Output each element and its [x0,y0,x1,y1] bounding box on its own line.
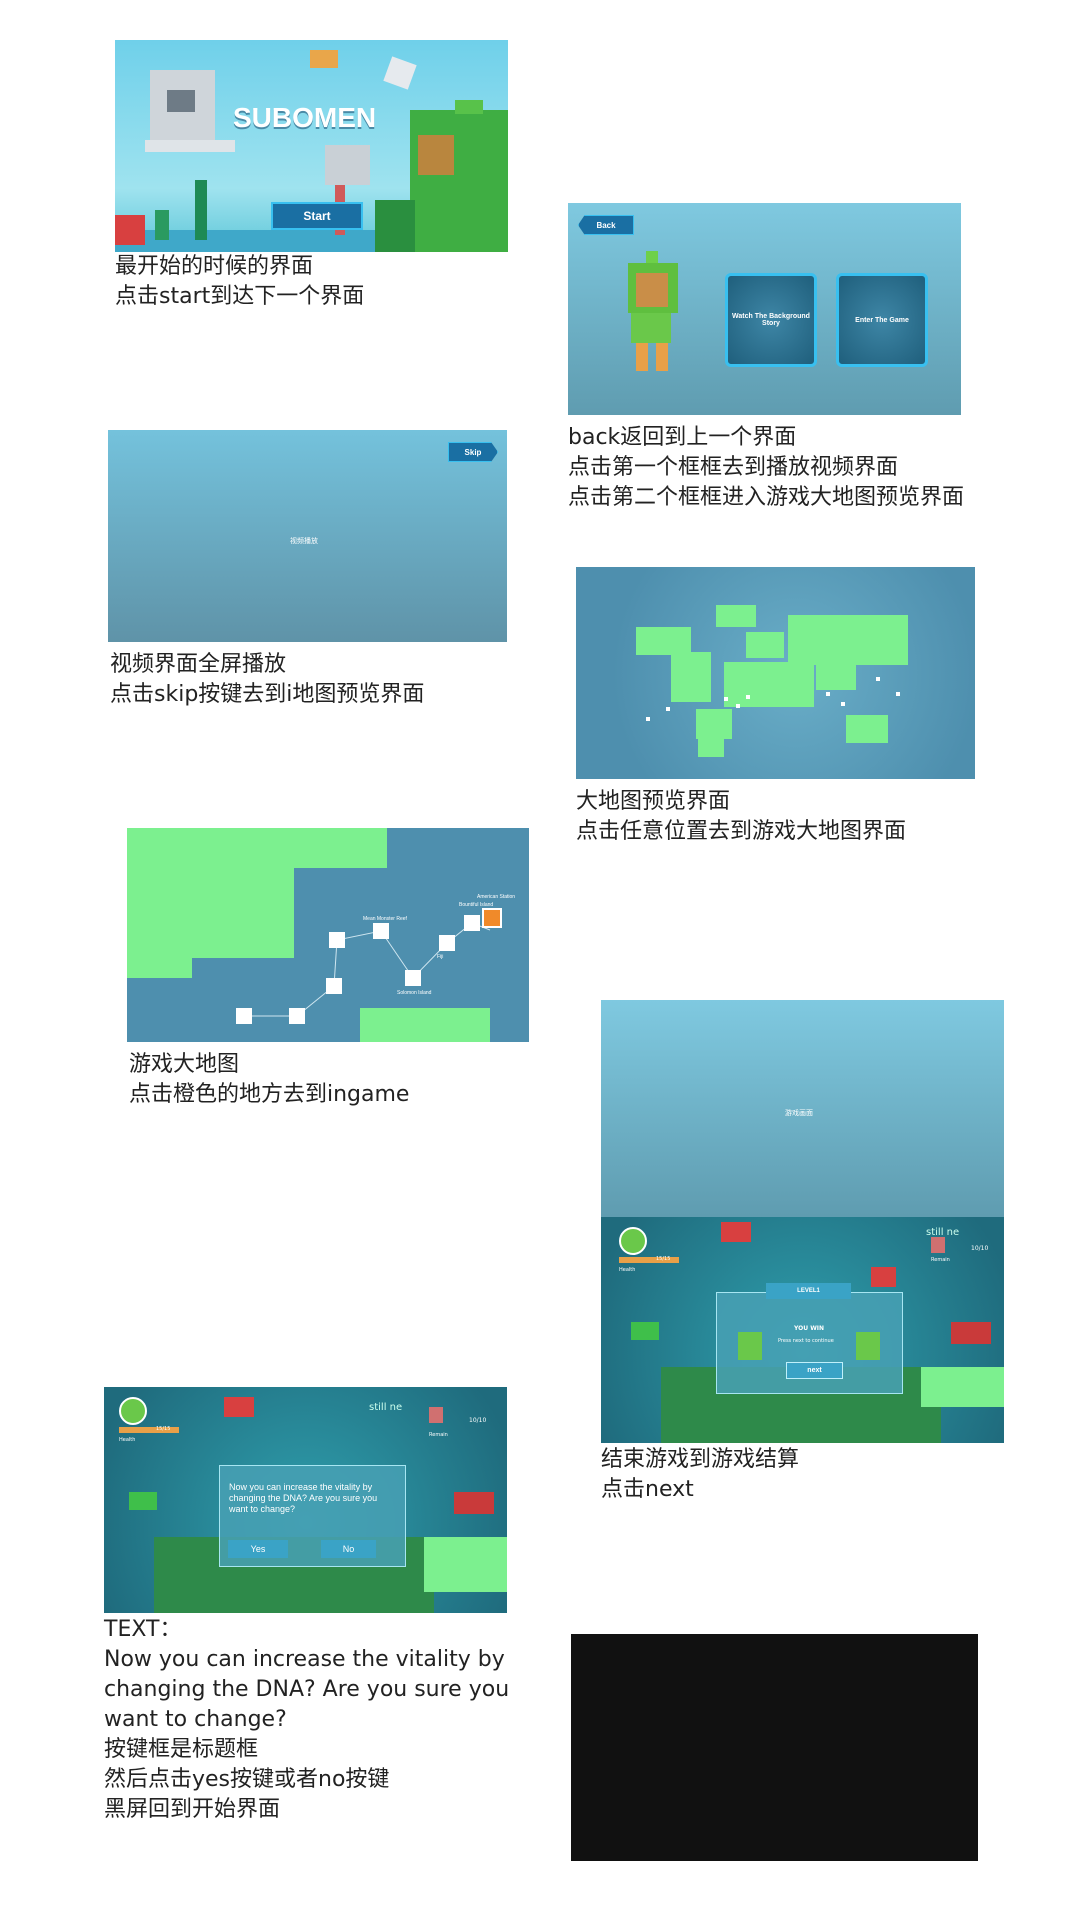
health-value: 15/15 [156,1426,171,1432]
coral [115,215,145,245]
title-screen: SUBOMEN Start [115,40,508,252]
seaweed [195,180,207,240]
map-path [244,922,491,1017]
coral [721,1222,751,1242]
player-portrait [738,1332,762,1360]
bg-text: still ne [369,1402,403,1413]
island [424,1537,507,1592]
continent [698,739,724,757]
yes-button[interactable]: Yes [228,1540,288,1558]
remain-value: 10/10 [469,1417,487,1424]
continent [788,615,908,665]
level-node[interactable] [439,935,455,951]
player-portrait [856,1332,880,1360]
black-screen [571,1634,978,1861]
level-node[interactable] [329,932,345,948]
turtle [631,1322,659,1340]
back-button[interactable]: Back [578,215,634,235]
video-screen: Skip 视频播放 [108,430,507,642]
island-dot [666,707,670,711]
player-avatar [619,1227,647,1255]
instruction-text: Press next to continue [778,1338,834,1344]
flying-cube [383,56,417,90]
level-node[interactable] [236,1008,252,1024]
continent [696,709,732,739]
level-node[interactable] [464,915,480,931]
health-label: Health [119,1437,136,1443]
remain-icon [429,1407,443,1423]
level-title: LEVEL1 [766,1283,851,1299]
result-screen-caption: 结束游戏到游戏结算 点击next [601,1447,800,1502]
island-dot [646,717,650,721]
enter-game-card[interactable]: Enter The Game [836,273,928,367]
result-screen: 15/15 Health still ne Remain 10/10 LEVEL… [601,1217,1004,1443]
dna-dialog-text: Now you can increase the vitality by cha… [229,1482,378,1514]
no-button[interactable]: No [321,1540,376,1558]
island-dot [876,677,880,681]
current-level-node[interactable] [482,908,502,928]
watch-story-card[interactable]: Watch The Background Story [725,273,817,367]
level-node[interactable] [289,1008,305,1024]
menu-screen-caption: back返回到上一个界面 点击第一个框框去到播放视频界面 点击第二个框框进入游戏… [568,425,965,510]
you-win-text: YOU WIN [794,1325,825,1332]
island-dot [736,704,740,708]
skip-button[interactable]: Skip [448,442,498,462]
node-label: Solomon Island [397,990,432,996]
world-map-preview-caption: 大地图预览界面 点击任意位置去到游戏大地图界面 [576,789,907,844]
coral [224,1397,254,1417]
level-node[interactable] [373,923,389,939]
remain-label: Remain [931,1257,950,1263]
node-label: American Station [477,894,516,900]
coral [871,1267,896,1287]
green-creature [410,110,508,252]
video-placeholder-text: 视频播放 [290,537,318,545]
continent [716,605,756,627]
island-dot [826,692,830,696]
game-map-screen: Mean Monster Reef Bountiful Island Ameri… [127,828,529,1042]
level-node[interactable] [405,970,421,986]
level-node[interactable] [326,978,342,994]
island-dot [841,702,845,706]
node-label: Mean Monster Reef [363,916,407,922]
remain-value: 10/10 [971,1245,989,1252]
coral [951,1322,991,1344]
island-dot [724,697,728,701]
node-label: Fiji [437,954,444,960]
title-screen-caption: 最开始的时候的界面 点击start到达下一个界面 [115,254,365,309]
menu-screen: Back Watch The Background Story Enter Th… [568,203,961,415]
continent [636,627,691,655]
game-placeholder-text: 游戏画面 [785,1109,813,1117]
island-dot [746,695,750,699]
dna-dialog-screen: 15/15 Health still ne Remain 10/10 Now y… [104,1387,507,1613]
remain-icon [931,1237,945,1253]
game-logo: SUBOMEN [233,102,377,133]
continent [846,715,888,743]
ingame-screen: 游戏画面 [601,1000,1004,1217]
watch-story-label: Watch The Background Story [732,313,810,327]
continent [671,652,711,702]
turtle [129,1492,157,1510]
fish [310,50,338,68]
dna-dialog-caption: TEXT： Now you can increase the vitality … [104,1617,510,1822]
start-button[interactable]: Start [271,202,363,230]
island [921,1367,1004,1407]
video-screen-caption: 视频界面全屏播放 点击skip按键去到i地图预览界面 [110,652,425,707]
continent [746,632,784,658]
coral [454,1492,494,1514]
node-label: Bountiful Island [459,902,494,908]
continent [816,665,856,690]
game-map-caption: 游戏大地图 点击橙色的地方去到ingame [129,1052,410,1107]
player-avatar [119,1397,147,1425]
grey-block [325,145,370,185]
continent [724,662,814,707]
remain-label: Remain [429,1432,448,1438]
health-value: 15/15 [656,1256,671,1262]
seaweed [155,210,169,240]
world-map-preview[interactable] [576,567,975,779]
health-label: Health [619,1267,636,1273]
island-dot [896,692,900,696]
enter-game-label: Enter The Game [855,316,909,324]
next-button[interactable]: next [786,1362,843,1379]
